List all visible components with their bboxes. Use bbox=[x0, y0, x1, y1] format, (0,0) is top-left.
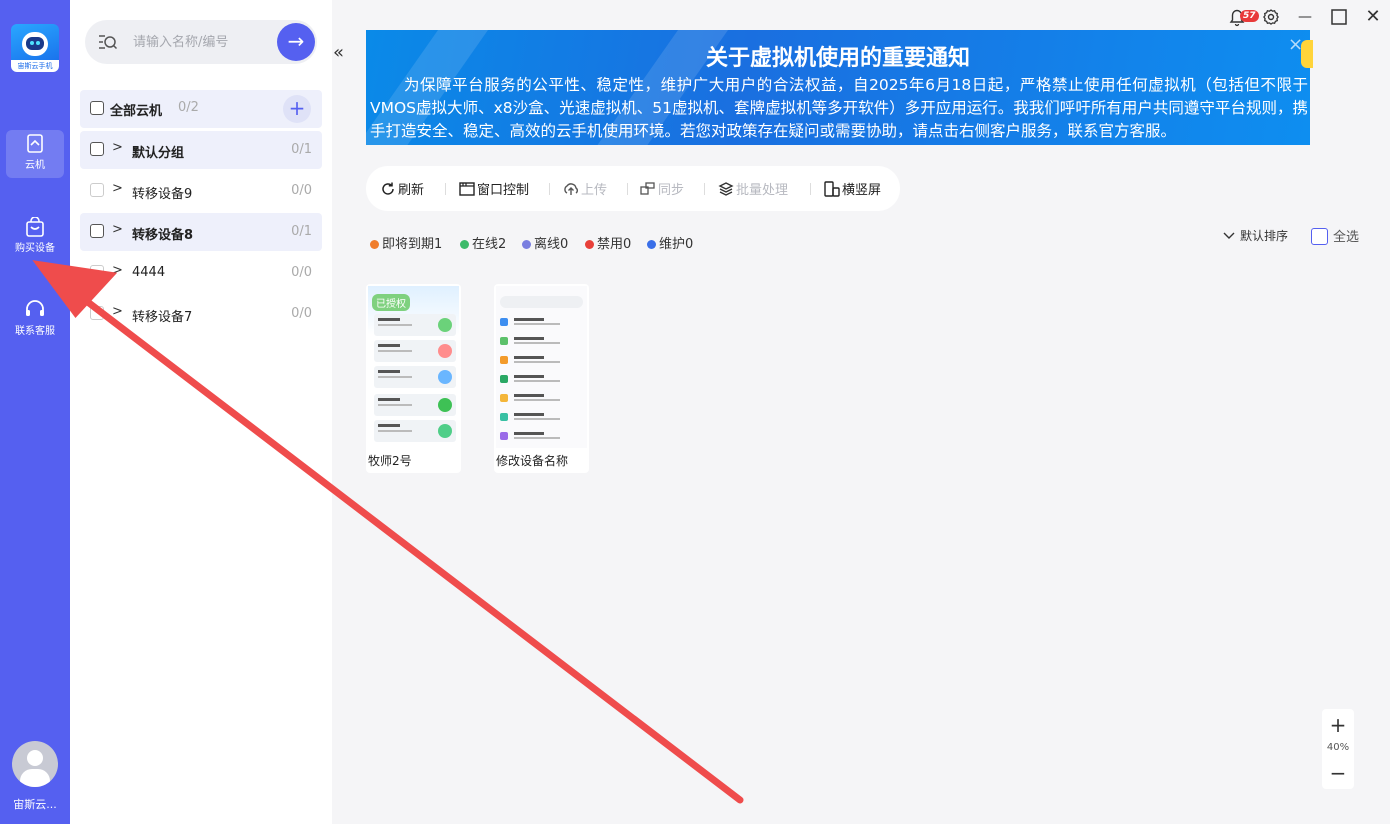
chevron-right-icon[interactable]: > bbox=[112, 304, 123, 319]
cloud-phone-icon bbox=[27, 134, 43, 153]
rail-item-cloud-phone[interactable]: 云机 bbox=[6, 130, 64, 178]
rail-item-buy-device[interactable]: 购买设备 bbox=[6, 213, 64, 261]
refresh-button[interactable]: 刷新 bbox=[380, 179, 424, 198]
group-row[interactable]: > 4444 0/0 bbox=[80, 254, 322, 292]
group-name: 转移设备7 bbox=[132, 310, 193, 325]
window-control-button[interactable]: 窗口控制 bbox=[459, 179, 529, 198]
avatar[interactable] bbox=[12, 741, 58, 787]
settings-gear-icon[interactable] bbox=[1260, 7, 1282, 29]
maximize-button[interactable] bbox=[1328, 7, 1350, 29]
all-groups-checkbox[interactable] bbox=[90, 101, 104, 115]
collapse-panel-button[interactable]: « bbox=[333, 42, 344, 63]
rail-label-contact-support: 联系客服 bbox=[15, 326, 55, 337]
chevron-right-icon[interactable]: > bbox=[112, 140, 123, 155]
zoom-control: + 40% − bbox=[1322, 709, 1354, 789]
user-name: 宙斯云... bbox=[13, 798, 57, 811]
search-icon bbox=[99, 35, 118, 50]
sort-dropdown[interactable]: 默认排序 bbox=[1222, 227, 1288, 244]
status-maintenance[interactable]: 维护0 bbox=[647, 233, 693, 252]
group-checkbox[interactable] bbox=[90, 224, 104, 238]
search-go-button[interactable]: → bbox=[277, 23, 315, 61]
device-card[interactable]: 已授权 牧师2号 bbox=[366, 284, 461, 473]
banner-body: 为保障平台服务的公平性、稳定性，维护广大用户的合法权益，自2025年6月18日起… bbox=[370, 76, 1308, 140]
group-count: 0/0 bbox=[291, 306, 312, 321]
window-icon bbox=[459, 182, 475, 196]
device-name: 牧师2号 bbox=[368, 454, 412, 468]
device-screen-preview[interactable] bbox=[496, 286, 587, 448]
zoom-level: 40% bbox=[1326, 742, 1350, 753]
group-row[interactable]: > 转移设备8 0/1 bbox=[80, 213, 322, 251]
notice-banner: 关于虚拟机使用的重要通知 为保障平台服务的公平性、稳定性，维护广大用户的合法权益… bbox=[366, 30, 1310, 145]
status-online[interactable]: 在线2 bbox=[460, 233, 506, 252]
rail-label-buy-device: 购买设备 bbox=[15, 243, 55, 254]
device-card[interactable]: 修改设备名称 bbox=[494, 284, 589, 473]
rail-label-cloud-phone: 云机 bbox=[25, 160, 45, 171]
group-row[interactable]: > 转移设备7 0/0 bbox=[80, 295, 322, 333]
zoom-out-button[interactable]: − bbox=[1322, 761, 1354, 785]
group-name: 转移设备9 bbox=[132, 187, 193, 202]
group-checkbox[interactable] bbox=[90, 183, 104, 197]
notification-badge: 57 bbox=[1240, 10, 1259, 22]
sync-button[interactable]: 同步 bbox=[640, 179, 684, 198]
all-groups-label: 全部云机 bbox=[110, 104, 163, 119]
sync-icon bbox=[640, 182, 655, 195]
group-name: 转移设备8 bbox=[132, 228, 194, 243]
device-name: 修改设备名称 bbox=[496, 454, 569, 468]
group-row[interactable]: > 转移设备9 0/0 bbox=[80, 172, 322, 210]
add-group-button[interactable]: + bbox=[283, 95, 311, 123]
chevron-right-icon[interactable]: > bbox=[112, 181, 123, 196]
status-offline[interactable]: 离线0 bbox=[522, 233, 568, 252]
status-disabled[interactable]: 禁用0 bbox=[585, 233, 631, 252]
group-name: 4444 bbox=[132, 265, 166, 280]
banner-close-icon[interactable]: × bbox=[1288, 34, 1303, 55]
chevron-down-icon bbox=[1223, 232, 1235, 239]
rail-item-contact-support[interactable]: 联系客服 bbox=[6, 296, 64, 344]
group-name: 默认分组 bbox=[132, 146, 185, 161]
status-expiring[interactable]: 即将到期1 bbox=[370, 233, 442, 252]
authorized-badge: 已授权 bbox=[372, 294, 410, 311]
upload-button[interactable]: 上传 bbox=[563, 179, 607, 198]
maximize-icon bbox=[1331, 9, 1347, 25]
close-window-button[interactable]: ✕ bbox=[1362, 7, 1384, 29]
group-count: 0/1 bbox=[291, 224, 312, 239]
banner-title: 关于虚拟机使用的重要通知 bbox=[705, 46, 970, 71]
chevron-right-icon[interactable]: > bbox=[112, 222, 123, 237]
shopping-bag-icon bbox=[26, 217, 44, 237]
upload-icon bbox=[564, 183, 578, 195]
app-logo: 宙斯云手机 bbox=[11, 24, 59, 72]
group-count: 0/0 bbox=[291, 183, 312, 198]
minimize-button[interactable]: — bbox=[1294, 7, 1316, 29]
group-count: 0/1 bbox=[291, 142, 312, 157]
left-rail: 宙斯云手机 云机 购买设备 联系客服 宙斯云... bbox=[0, 0, 70, 824]
orientation-button[interactable]: 横竖屏 bbox=[824, 179, 881, 198]
zoom-in-button[interactable]: + bbox=[1322, 713, 1354, 737]
refresh-icon bbox=[382, 182, 394, 195]
all-groups-count: 0/2 bbox=[178, 100, 199, 115]
device-screen-preview[interactable]: 已授权 bbox=[368, 286, 459, 448]
all-cloud-phones-row[interactable]: 全部云机 0/2 + bbox=[80, 90, 322, 128]
group-row[interactable]: > 默认分组 0/1 bbox=[80, 131, 322, 169]
device-toolbar: 刷新 窗口控制 上传 同步 批量处理 横竖屏 bbox=[366, 166, 900, 211]
rotate-screen-icon bbox=[824, 181, 840, 197]
batch-process-button[interactable]: 批量处理 bbox=[718, 179, 788, 198]
search-input[interactable] bbox=[133, 30, 273, 54]
select-all-checkbox[interactable]: 全选 bbox=[1311, 226, 1359, 245]
group-checkbox[interactable] bbox=[90, 306, 104, 320]
headset-icon bbox=[26, 300, 44, 316]
group-checkbox[interactable] bbox=[90, 142, 104, 156]
group-checkbox[interactable] bbox=[90, 265, 104, 279]
layers-icon bbox=[718, 182, 734, 196]
group-count: 0/0 bbox=[291, 265, 312, 280]
search-bar: → bbox=[85, 20, 317, 64]
chevron-right-icon[interactable]: > bbox=[112, 263, 123, 278]
group-panel: → 全部云机 0/2 + > 默认分组 0/1 > 转移设备9 0/0 > 转移… bbox=[70, 0, 332, 824]
